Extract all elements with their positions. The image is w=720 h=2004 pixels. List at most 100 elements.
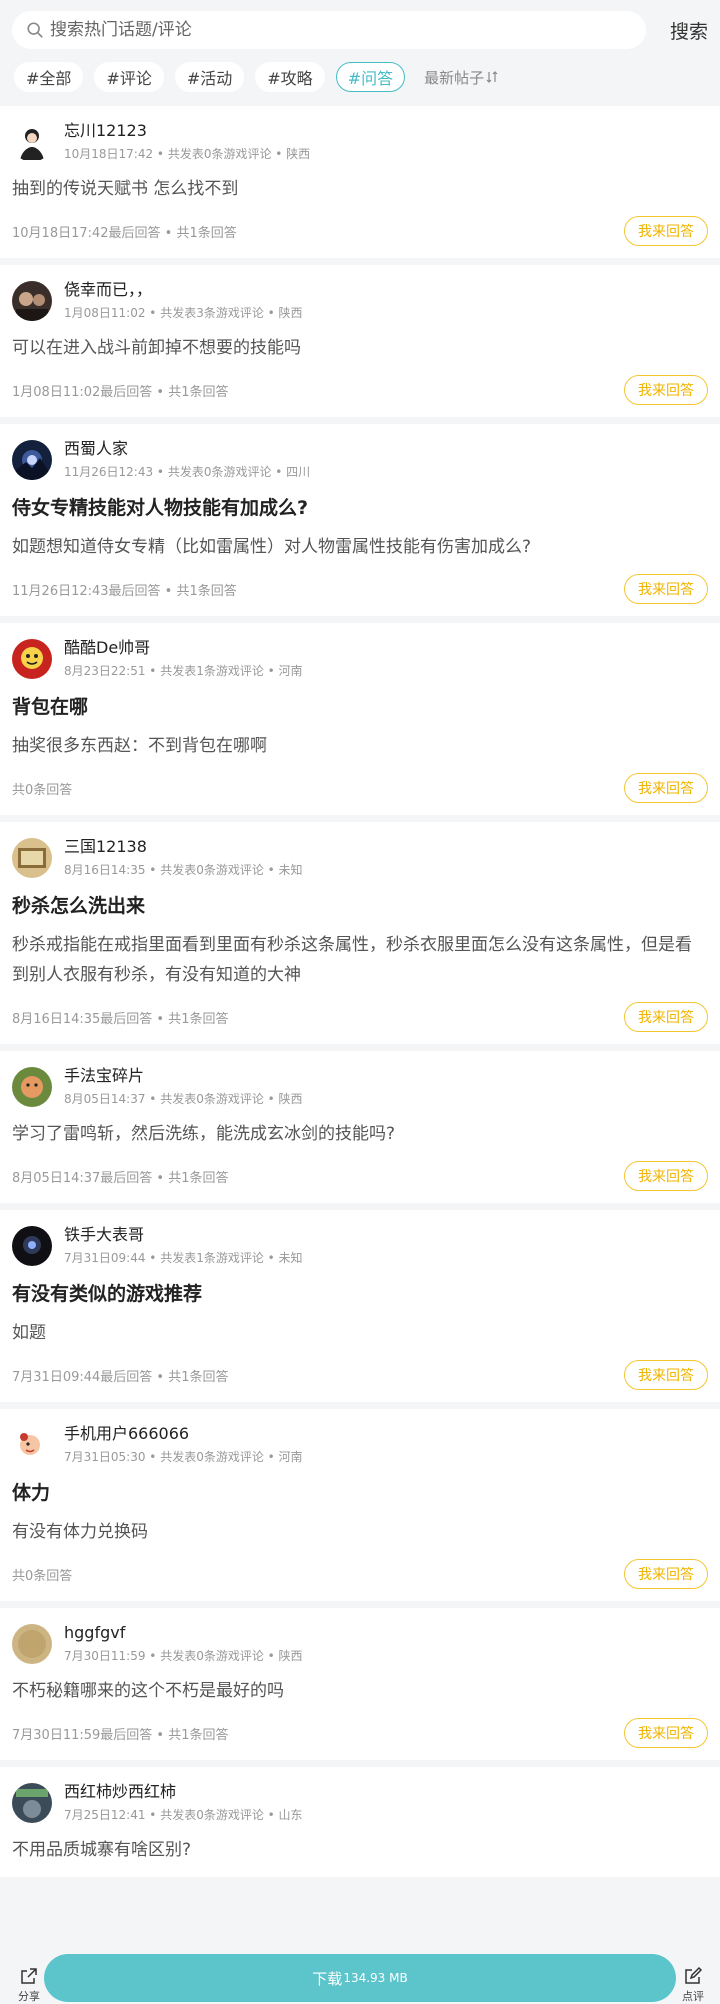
search-button[interactable]: 搜索	[656, 17, 708, 44]
answer-summary: 7月31日09:44最后回答 • 共1条回答	[12, 1369, 229, 1385]
post-body: 学习了雷鸣斩，然后洗练，能洗成玄冰剑的技能吗?	[12, 1124, 396, 1144]
answer-button[interactable]: 我来回答	[624, 1559, 708, 1589]
answer-summary: 共0条回答	[12, 782, 73, 798]
search-row: 搜索	[12, 10, 708, 50]
user-name[interactable]: 铁手大表哥	[64, 1224, 303, 1246]
answer-button[interactable]: 我来回答	[624, 216, 708, 246]
answer-button[interactable]: 我来回答	[624, 1360, 708, 1390]
post-item[interactable]: 西红柿炒西红柿 7月25日12:41 • 共发表0条游戏评论 • 山东 不用品质…	[0, 1767, 720, 1877]
post-body: 秒杀戒指能在戒指里面看到里面有秒杀这条属性，秒杀衣服里面怎么没有这条属性，但是看…	[12, 935, 692, 985]
post-title: 秒杀怎么洗出来	[12, 895, 146, 917]
answer-button[interactable]: 我来回答	[624, 1718, 708, 1748]
sort-icon	[486, 71, 498, 83]
avatar[interactable]	[12, 122, 52, 162]
user-name[interactable]: 手法宝碎片	[64, 1065, 303, 1087]
post-item[interactable]: 酷酷De帅哥 8月23日22:51 • 共发表1条游戏评论 • 河南 背包在哪 …	[0, 623, 720, 815]
post-meta: 11月26日12:43 • 共发表0条游戏评论 • 四川	[64, 465, 311, 479]
review-button[interactable]: 点评	[678, 1966, 708, 2004]
user-name[interactable]: hggfgvf	[64, 1622, 303, 1644]
post-item[interactable]: 手机用户666066 7月31日05:30 • 共发表0条游戏评论 • 河南 体…	[0, 1409, 720, 1601]
answer-button[interactable]: 我来回答	[624, 1002, 708, 1032]
sort-label: 最新帖子	[424, 68, 485, 87]
avatar[interactable]	[12, 1067, 52, 1107]
tag-filter-row: #全部 #评论 #活动 #攻略 #问答 最新帖子	[12, 62, 708, 92]
avatar[interactable]	[12, 1783, 52, 1823]
post-item[interactable]: 三国12138 8月16日14:35 • 共发表0条游戏评论 • 未知 秒杀怎么…	[0, 822, 720, 1044]
answer-summary: 8月05日14:37最后回答 • 共1条回答	[12, 1170, 229, 1186]
answer-button[interactable]: 我来回答	[624, 574, 708, 604]
post-item[interactable]: 手法宝碎片 8月05日14:37 • 共发表0条游戏评论 • 陕西 学习了雷鸣斩…	[0, 1051, 720, 1203]
post-meta: 7月31日09:44 • 共发表1条游戏评论 • 未知	[64, 1251, 303, 1265]
post-body: 如题想知道侍女专精（比如雷属性）对人物雷属性技能有伤害加成么?	[12, 537, 532, 557]
search-box[interactable]	[12, 11, 646, 49]
avatar[interactable]	[12, 639, 52, 679]
share-label: 分享	[18, 1990, 40, 2003]
post-body: 有没有体力兑换码	[12, 1522, 148, 1542]
post-item[interactable]: 忘川12123 10月18日17:42 • 共发表0条游戏评论 • 陕西 抽到的…	[0, 106, 720, 258]
edit-icon	[685, 1966, 703, 1984]
post-body: 抽到的传说天赋书 怎么找不到	[12, 179, 239, 199]
avatar[interactable]	[12, 281, 52, 321]
avatar[interactable]	[12, 440, 52, 480]
avatar[interactable]	[12, 1425, 52, 1465]
tag-guide[interactable]: #攻略	[255, 62, 325, 92]
answer-summary: 8月16日14:35最后回答 • 共1条回答	[12, 1011, 229, 1027]
answer-summary: 10月18日17:42最后回答 • 共1条回答	[12, 225, 237, 241]
post-title: 体力	[12, 1482, 51, 1504]
header: 搜索 #全部 #评论 #活动 #攻略 #问答 最新帖子	[0, 0, 720, 106]
tag-all[interactable]: #全部	[14, 62, 84, 92]
page: 搜索 #全部 #评论 #活动 #攻略 #问答 最新帖子 忘川12123 10月1…	[0, 0, 720, 2004]
sort-dropdown[interactable]: 最新帖子	[424, 67, 498, 88]
review-label: 点评	[682, 1990, 704, 2003]
answer-summary: 1月08日11:02最后回答 • 共1条回答	[12, 384, 229, 400]
post-title: 侍女专精技能对人物技能有加成么?	[12, 497, 309, 519]
bottom-action-bar: 分享 下载 134.93 MB 点评	[0, 1952, 720, 2004]
post-meta: 10月18日17:42 • 共发表0条游戏评论 • 陕西	[64, 147, 311, 161]
user-name[interactable]: 酷酷De帅哥	[64, 637, 303, 659]
user-name[interactable]: 忘川12123	[64, 120, 310, 142]
post-body: 如题	[12, 1323, 46, 1343]
answer-summary: 11月26日12:43最后回答 • 共1条回答	[12, 583, 237, 599]
post-body: 不用品质城寨有啥区别?	[12, 1840, 192, 1860]
post-title: 背包在哪	[12, 696, 89, 718]
avatar[interactable]	[12, 1624, 52, 1664]
download-size: 134.93 MB	[343, 1971, 408, 1985]
post-meta: 8月23日22:51 • 共发表1条游戏评论 • 河南	[64, 664, 303, 678]
search-input[interactable]	[50, 20, 632, 40]
user-name[interactable]: 手机用户666066	[64, 1423, 303, 1445]
tag-qa[interactable]: #问答	[335, 62, 406, 92]
post-body: 可以在进入战斗前卸掉不想要的技能吗	[12, 338, 301, 358]
tag-comment[interactable]: #评论	[94, 62, 164, 92]
post-list: 忘川12123 10月18日17:42 • 共发表0条游戏评论 • 陕西 抽到的…	[0, 106, 720, 1877]
avatar[interactable]	[12, 838, 52, 878]
post-item[interactable]: 铁手大表哥 7月31日09:44 • 共发表1条游戏评论 • 未知 有没有类似的…	[0, 1210, 720, 1402]
post-item[interactable]: 西蜀人家 11月26日12:43 • 共发表0条游戏评论 • 四川 侍女专精技能…	[0, 424, 720, 616]
share-icon	[21, 1968, 37, 1984]
post-meta: 7月30日11:59 • 共发表0条游戏评论 • 陕西	[64, 1649, 303, 1663]
answer-button[interactable]: 我来回答	[624, 773, 708, 803]
post-meta: 1月08日11:02 • 共发表3条游戏评论 • 陕西	[64, 306, 303, 320]
post-body: 不朽秘籍哪来的这个不朽是最好的吗	[12, 1681, 284, 1701]
answer-button[interactable]: 我来回答	[624, 375, 708, 405]
tag-activity[interactable]: #活动	[174, 62, 245, 92]
user-name[interactable]: 三国12138	[64, 836, 303, 858]
search-icon	[27, 22, 43, 38]
post-title: 有没有类似的游戏推荐	[12, 1283, 203, 1305]
download-label: 下载	[312, 1969, 343, 1988]
user-name[interactable]: 侥幸而已，，	[64, 279, 303, 301]
answer-button[interactable]: 我来回答	[624, 1161, 708, 1191]
answer-summary: 共0条回答	[12, 1568, 73, 1584]
avatar[interactable]	[12, 1226, 52, 1266]
post-item[interactable]: 侥幸而已，， 1月08日11:02 • 共发表3条游戏评论 • 陕西 可以在进入…	[0, 265, 720, 417]
post-meta: 7月31日05:30 • 共发表0条游戏评论 • 河南	[64, 1450, 303, 1464]
post-meta: 8月05日14:37 • 共发表0条游戏评论 • 陕西	[64, 1092, 303, 1106]
user-name[interactable]: 西蜀人家	[64, 438, 310, 460]
share-button[interactable]: 分享	[14, 1966, 44, 2004]
post-meta: 7月25日12:41 • 共发表0条游戏评论 • 山东	[64, 1808, 303, 1822]
user-name[interactable]: 西红柿炒西红柿	[64, 1781, 303, 1803]
download-button[interactable]: 下载 134.93 MB	[44, 1954, 676, 2002]
answer-summary: 7月30日11:59最后回答 • 共1条回答	[12, 1727, 229, 1743]
post-item[interactable]: hggfgvf 7月30日11:59 • 共发表0条游戏评论 • 陕西 不朽秘籍…	[0, 1608, 720, 1760]
post-body: 抽奖很多东西赵：不到背包在哪啊	[12, 736, 267, 756]
post-meta: 8月16日14:35 • 共发表0条游戏评论 • 未知	[64, 863, 303, 877]
